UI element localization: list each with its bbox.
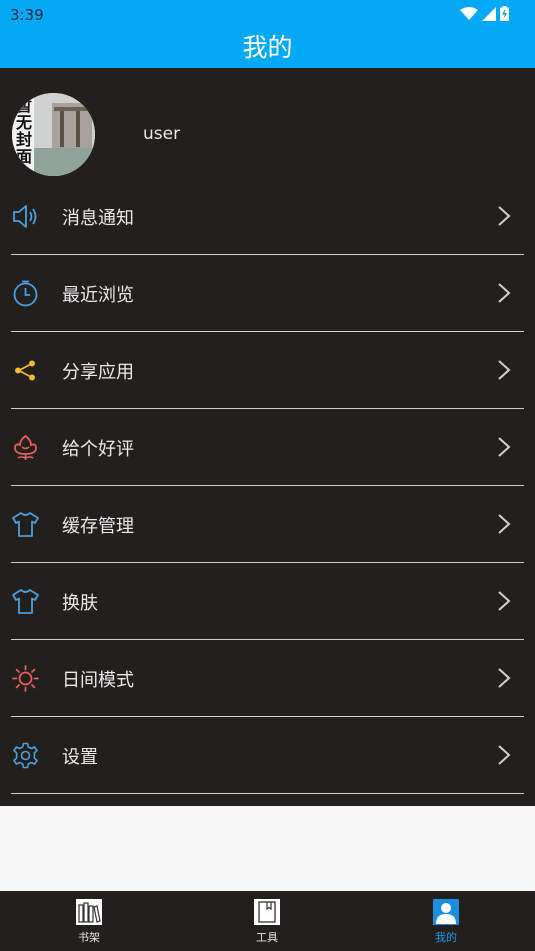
tab-label: 书架 [78,931,100,944]
wifi-icon [460,6,478,20]
chevron-right-icon [498,514,511,534]
chevron-right-icon [498,591,511,611]
bookshelf-icon [76,899,102,925]
tab-label: 工具 [256,931,278,944]
profile-header[interactable]: 暂 无 封 面 user [0,68,535,183]
menu-item-rate[interactable]: 给个好评 [0,409,535,486]
menu-item-cache[interactable]: 缓存管理 [0,486,535,563]
menu-item-label: 设置 [62,747,98,768]
tab-mine[interactable]: 我的 [357,891,535,951]
avatar-placeholder-text: 暂 无 封 面 [16,97,36,165]
chevron-right-icon [498,360,511,380]
menu-list: 消息通知 最近浏览 分享应用 给个好评 缓存管理 换肤 日间模式 设置 [0,178,535,794]
sun-icon [12,665,39,692]
bottom-tab-bar: 书架 工具 我的 [0,891,535,951]
signal-icon [482,6,496,21]
menu-item-theme[interactable]: 换肤 [0,563,535,640]
chevron-right-icon [498,283,511,303]
tab-bookshelf[interactable]: 书架 [0,891,178,951]
chevron-right-icon [498,668,511,688]
avatar[interactable]: 暂 无 封 面 [12,93,95,176]
avatar-char: 暂 [16,96,33,115]
share-icon [15,360,35,381]
timer-icon [13,280,38,307]
divider [11,793,524,794]
avatar-char: 面 [16,147,33,166]
menu-item-label: 分享应用 [62,362,134,383]
book-icon [254,899,280,925]
status-icons [460,6,509,21]
gear-icon [13,742,38,769]
status-and-app-bar: 3:39 我的 [0,0,535,68]
chevron-right-icon [498,206,511,226]
profile-page: 暂 无 封 面 user 消息通知 最近浏览 分享应用 给个好评 缓存管理 换肤… [0,68,535,806]
menu-item-label: 最近浏览 [62,285,134,306]
menu-item-day-mode[interactable]: 日间模式 [0,640,535,717]
tab-label: 我的 [435,931,457,944]
username[interactable]: user [143,124,180,144]
menu-item-label: 缓存管理 [62,516,134,537]
shirt-icon [12,512,39,537]
menu-item-share[interactable]: 分享应用 [0,332,535,409]
menu-item-settings[interactable]: 设置 [0,717,535,794]
tab-tools[interactable]: 工具 [178,891,356,951]
shirt-icon [12,589,39,614]
page-title: 我的 [242,33,293,62]
speaker-icon [13,205,37,228]
chevron-right-icon [498,745,511,765]
menu-item-label: 日间模式 [62,670,134,691]
chevron-right-icon [498,437,511,457]
avatar-char: 无 [16,113,33,132]
battery-icon [500,6,509,21]
menu-item-label: 给个好评 [62,439,134,460]
menu-item-label: 消息通知 [62,208,134,229]
avatar-char: 封 [16,130,33,149]
menu-item-label: 换肤 [62,593,98,614]
menu-item-recent[interactable]: 最近浏览 [0,255,535,332]
flower-icon [14,434,37,460]
menu-item-notifications[interactable]: 消息通知 [0,178,535,255]
status-time: 3:39 [10,6,44,24]
user-icon [433,899,459,925]
